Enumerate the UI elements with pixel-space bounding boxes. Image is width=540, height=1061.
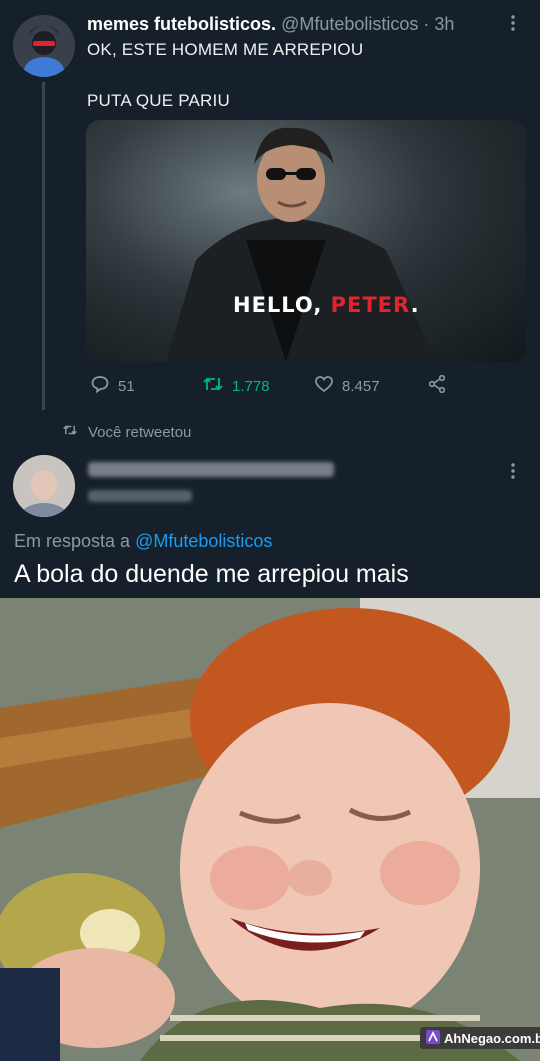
tweet-text-line-2: PUTA QUE PARIU: [87, 91, 230, 110]
more-vertical-icon[interactable]: [510, 462, 516, 485]
reply-bubble-icon: [90, 374, 110, 398]
reply-context: Em resposta a @Mfutebolisticos: [14, 531, 272, 552]
share-button[interactable]: [427, 374, 447, 398]
tweet-media-image[interactable]: HELLO, PETER.: [86, 120, 526, 362]
caption-white-text: HELLO,: [233, 293, 331, 317]
retweet-notice-text: Você retweetou: [88, 423, 192, 441]
watermark-text: AhNegao.com.br: [444, 1030, 540, 1046]
thread-connector-line: [42, 82, 45, 410]
heart-icon: [314, 374, 334, 398]
tweet-timestamp[interactable]: · 3h: [423, 14, 454, 34]
reply-author-avatar[interactable]: [13, 455, 75, 517]
retweet-button[interactable]: 1.778: [202, 374, 270, 398]
like-count: 8.457: [342, 377, 380, 395]
reply-count: 51: [118, 377, 135, 395]
author-avatar[interactable]: [13, 15, 75, 77]
watermark-logo-icon: [426, 1029, 440, 1047]
caption-dot: .: [410, 293, 420, 317]
retweet-notice: Você retweetou: [62, 423, 191, 441]
media-caption: HELLO, PETER.: [233, 293, 420, 317]
reaction-photo: [0, 598, 540, 1061]
reply-prefix: Em resposta a: [14, 531, 136, 551]
caption-red-text: PETER: [330, 293, 411, 317]
retweet-small-icon: [62, 423, 78, 441]
share-icon: [427, 374, 447, 398]
tweet-text-line-1: OK, ESTE HOMEM ME ARREPIOU: [87, 40, 364, 59]
author-handle[interactable]: @Mfutebolisticos: [281, 14, 418, 34]
reply-button[interactable]: 51: [90, 374, 135, 398]
like-button[interactable]: 8.457: [314, 374, 380, 398]
reply-author-name-blurred: [88, 462, 334, 477]
tweet-header: memes futebolisticos. @Mfutebolisticos ·…: [87, 14, 454, 35]
reply-text: A bola do duende me arrepiou mais: [14, 560, 409, 588]
reply-to-handle-link[interactable]: @Mfutebolisticos: [135, 531, 272, 551]
site-watermark: AhNegao.com.br: [420, 1027, 540, 1049]
author-display-name[interactable]: memes futebolisticos.: [87, 14, 276, 34]
reply-author-handle-blurred: [88, 490, 192, 502]
more-vertical-icon[interactable]: [510, 14, 516, 37]
retweet-arrows-icon: [202, 374, 224, 398]
retweet-count: 1.778: [232, 377, 270, 395]
